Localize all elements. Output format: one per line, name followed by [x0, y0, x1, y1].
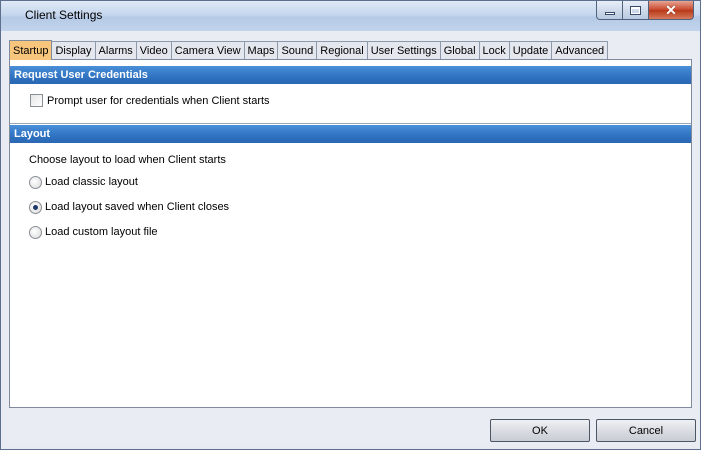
- tab-advanced[interactable]: Advanced: [551, 41, 609, 60]
- layout-section-header: Layout: [10, 125, 691, 143]
- tab-user-settings[interactable]: User Settings: [366, 41, 441, 60]
- title-bar[interactable]: Client Settings ✕: [1, 1, 700, 31]
- window-title: Client Settings: [25, 8, 103, 22]
- custom-layout-radio[interactable]: [29, 226, 42, 239]
- tab-alarms[interactable]: Alarms: [94, 41, 137, 60]
- maximize-icon: [630, 5, 641, 15]
- tab-regional[interactable]: Regional: [316, 41, 368, 60]
- tab-update[interactable]: Update: [508, 41, 553, 60]
- window-controls: ✕: [596, 1, 694, 21]
- credentials-section-header: Request User Credentials: [10, 66, 691, 84]
- cancel-button[interactable]: Cancel: [596, 419, 696, 442]
- tab-display[interactable]: Display: [51, 41, 96, 60]
- minimize-button[interactable]: [596, 1, 623, 20]
- settings-tabs: Startup Display Alarms Video Camera View…: [9, 40, 609, 60]
- client-settings-window: Client Settings ✕ Startup Display Alarms…: [0, 0, 701, 450]
- tab-startup[interactable]: Startup: [9, 40, 53, 60]
- close-icon: ✕: [665, 2, 677, 18]
- tab-sound[interactable]: Sound: [277, 41, 318, 60]
- tab-video[interactable]: Video: [135, 41, 172, 60]
- section-divider: [10, 123, 691, 124]
- tab-lock[interactable]: Lock: [478, 41, 510, 60]
- minimize-icon: [604, 12, 615, 15]
- custom-layout-label: Load custom layout file: [45, 226, 158, 238]
- layout-question: Choose layout to load when Client starts: [29, 154, 226, 166]
- prompt-credentials-checkbox[interactable]: [30, 94, 43, 107]
- ok-button[interactable]: OK: [490, 419, 590, 442]
- classic-layout-label: Load classic layout: [45, 176, 138, 188]
- prompt-credentials-label: Prompt user for credentials when Client …: [47, 95, 270, 107]
- tab-maps[interactable]: Maps: [243, 41, 279, 60]
- startup-panel: Request User Credentials Prompt user for…: [9, 59, 692, 408]
- dialog-body: Startup Display Alarms Video Camera View…: [7, 31, 696, 445]
- tab-camera-view[interactable]: Camera View: [170, 41, 245, 60]
- close-button[interactable]: ✕: [649, 1, 694, 20]
- saved-layout-label: Load layout saved when Client closes: [45, 201, 230, 213]
- classic-layout-radio[interactable]: [29, 176, 42, 189]
- saved-layout-radio[interactable]: [29, 201, 42, 214]
- maximize-button[interactable]: [623, 1, 649, 20]
- tab-global[interactable]: Global: [439, 41, 480, 60]
